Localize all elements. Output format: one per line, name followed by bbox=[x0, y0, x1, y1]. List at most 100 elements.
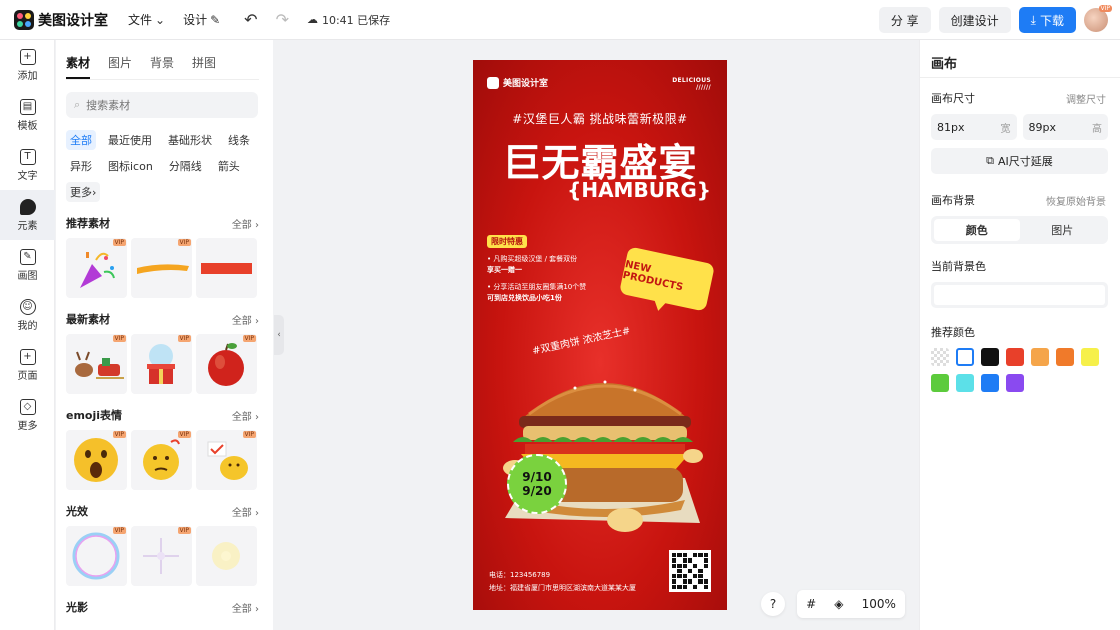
poster-canvas[interactable]: 美图设计室 DELICIOUS ////// #汉堡巨人霸 挑战味蕾新极限# 巨… bbox=[473, 60, 727, 610]
asset-red-apple[interactable]: VIP bbox=[196, 334, 257, 394]
chip-irregular[interactable]: 异形 bbox=[66, 156, 96, 176]
asset-bubble[interactable]: VIP bbox=[66, 526, 127, 586]
brand-logo-icon bbox=[487, 76, 499, 89]
tabs-divider bbox=[66, 79, 259, 80]
swatch-red[interactable] bbox=[1006, 348, 1024, 366]
swatch-green[interactable] bbox=[931, 374, 949, 392]
collapse-panel-handle[interactable]: ‹ bbox=[274, 315, 284, 355]
see-all-link[interactable]: 全部 › bbox=[232, 216, 259, 231]
poster-hashtag[interactable]: #汉堡巨人霸 挑战味蕾新极限# bbox=[473, 110, 727, 127]
swatch-white[interactable] bbox=[956, 348, 974, 366]
tab-material[interactable]: 素材 bbox=[66, 54, 91, 79]
grid-icon[interactable]: # bbox=[806, 597, 816, 611]
swatch-black[interactable] bbox=[981, 348, 999, 366]
poster-address[interactable]: 地址：福建省厦门市思明区湖滨南大道某某大厦 bbox=[489, 583, 636, 593]
design-menu-label: 设计 bbox=[183, 13, 208, 27]
chip-all[interactable]: 全部 bbox=[66, 130, 96, 150]
canvas-properties-panel: 画布 画布尺寸 调整尺寸 81px 宽 89px 高 ⧉ AI尺寸延展 画布背景… bbox=[919, 40, 1120, 630]
chip-icons[interactable]: 图标icon bbox=[104, 156, 157, 176]
tab-color[interactable]: 颜色 bbox=[934, 219, 1020, 241]
poster-offer-2[interactable]: • 分享活动至朋友圈集满10个赞 可到店兑换饮品小吃1份 bbox=[487, 282, 586, 304]
rail-label: 添加 bbox=[17, 70, 38, 82]
tab-background[interactable]: 背景 bbox=[150, 54, 174, 79]
see-all-link[interactable]: 全部 › bbox=[232, 312, 259, 327]
poster-offer-badge[interactable]: 限时特惠 bbox=[487, 235, 527, 248]
tab-collage[interactable]: 拼图 bbox=[192, 54, 216, 79]
rail-item-mine[interactable]: ☺ 我的 bbox=[0, 290, 55, 340]
tab-image[interactable]: 图片 bbox=[108, 54, 132, 79]
zoom-level[interactable]: 100% bbox=[862, 597, 896, 611]
asset-glow[interactable] bbox=[196, 526, 257, 586]
restore-bg-link[interactable]: 恢复原始背景 bbox=[1046, 193, 1106, 208]
chip-dividers[interactable]: 分隔线 bbox=[165, 156, 206, 176]
share-button[interactable]: 分 享 bbox=[878, 7, 931, 33]
width-field[interactable]: 81px 宽 bbox=[931, 114, 1017, 140]
date-badge[interactable]: 9/10 9/20 bbox=[507, 454, 567, 514]
asset-reindeer-sleigh[interactable]: VIP bbox=[66, 334, 127, 394]
section-recommended: 推荐素材 全部 › VIP VIP bbox=[56, 214, 273, 298]
see-all-link[interactable]: 全部 › bbox=[232, 504, 259, 519]
chip-basic-shapes[interactable]: 基础形状 bbox=[164, 130, 216, 150]
file-menu[interactable]: 文件 ⌄ bbox=[128, 11, 165, 28]
left-rail: + 添加 ▤ 模板 T 文字 元素 ✎ 画图 ☺ 我的 + 页面 ◇ 更多 bbox=[0, 40, 55, 630]
asset-shocked-emoji[interactable]: VIP bbox=[66, 430, 127, 490]
tab-image[interactable]: 图片 bbox=[1020, 219, 1106, 241]
poster-delicious[interactable]: DELICIOUS ////// bbox=[672, 77, 711, 91]
rail-item-page[interactable]: + 页面 bbox=[0, 340, 55, 390]
current-color-field[interactable] bbox=[931, 282, 1108, 308]
date-start: 9/10 bbox=[522, 470, 552, 484]
asset-sparkle[interactable]: VIP bbox=[131, 526, 192, 586]
help-button[interactable]: ? bbox=[761, 592, 785, 616]
chip-more[interactable]: 更多 › bbox=[66, 182, 101, 202]
chevron-right-icon: › bbox=[92, 185, 97, 199]
see-all-link[interactable]: 全部 › bbox=[232, 408, 259, 423]
app-logo[interactable]: 美图设计室 bbox=[14, 9, 108, 30]
swatch-transparent[interactable] bbox=[931, 348, 949, 366]
asset-snow-globe-gift[interactable]: VIP bbox=[131, 334, 192, 394]
height-field[interactable]: 89px 高 bbox=[1022, 114, 1108, 140]
poster-phone[interactable]: 电话：123456789 bbox=[489, 570, 550, 580]
rail-item-template[interactable]: ▤ 模板 bbox=[0, 90, 55, 140]
poster-offer-1[interactable]: • 凡购买超级汉堡 / 套餐双份 享买一赠一 bbox=[487, 254, 577, 276]
poster-brand[interactable]: 美图设计室 bbox=[487, 76, 548, 89]
asset-party-popper[interactable]: VIP bbox=[66, 238, 127, 298]
design-menu[interactable]: 设计 ✎ bbox=[183, 11, 220, 28]
swatch-blue[interactable] bbox=[981, 374, 999, 392]
search-input[interactable] bbox=[86, 98, 237, 112]
asset-brush-stroke[interactable]: VIP bbox=[131, 238, 192, 298]
rail-item-draw[interactable]: ✎ 画图 bbox=[0, 240, 55, 290]
qr-code[interactable] bbox=[669, 550, 711, 592]
avatar[interactable]: VIP bbox=[1084, 5, 1112, 32]
asset-red-bar[interactable] bbox=[196, 238, 257, 298]
new-products-bubble[interactable]: NEW PRODUCTS bbox=[618, 246, 716, 312]
rail-item-text[interactable]: T 文字 bbox=[0, 140, 55, 190]
asset-chick-emoji[interactable]: VIP bbox=[196, 430, 257, 490]
offer-2-line-a: • 分享活动至朋友圈集满10个赞 bbox=[487, 283, 587, 291]
chip-arrows[interactable]: 箭头 bbox=[214, 156, 244, 176]
page-add-icon: + bbox=[19, 348, 36, 365]
chip-recent[interactable]: 最近使用 bbox=[104, 130, 156, 150]
rail-item-add[interactable]: + 添加 bbox=[0, 40, 55, 90]
swatch-light-orange[interactable] bbox=[1031, 348, 1049, 366]
create-design-button[interactable]: 创建设计 bbox=[938, 7, 1011, 33]
redo-icon[interactable]: ↷ bbox=[276, 10, 289, 29]
swatch-purple[interactable] bbox=[1006, 374, 1024, 392]
layers-icon[interactable]: ◈ bbox=[834, 597, 843, 611]
chip-lines[interactable]: 线条 bbox=[224, 130, 254, 150]
rail-item-more[interactable]: ◇ 更多 bbox=[0, 390, 55, 440]
download-button[interactable]: ⤓ 下载 bbox=[1018, 7, 1076, 33]
section-light-shadow: 光影 全部 › bbox=[56, 598, 273, 616]
swatch-yellow[interactable] bbox=[1081, 348, 1099, 366]
undo-icon[interactable]: ↶ bbox=[244, 10, 257, 29]
rail-item-element[interactable]: 元素 bbox=[0, 190, 55, 240]
adjust-size-link[interactable]: 调整尺寸 bbox=[1066, 91, 1106, 106]
ai-extend-button[interactable]: ⧉ AI尺寸延展 bbox=[931, 148, 1108, 174]
swatch-orange[interactable] bbox=[1056, 348, 1074, 366]
search-box[interactable]: ⌕ bbox=[66, 92, 258, 118]
section-latest: 最新素材 全部 › VIP VIP VIP bbox=[56, 310, 273, 394]
asset-thinking-emoji[interactable]: VIP bbox=[131, 430, 192, 490]
swatch-cyan[interactable] bbox=[956, 374, 974, 392]
main-menu: 文件 ⌄ 设计 ✎ bbox=[128, 11, 238, 28]
see-all-link[interactable]: 全部 › bbox=[232, 600, 259, 615]
poster-subtitle[interactable]: {HAMBURG} bbox=[567, 178, 711, 202]
